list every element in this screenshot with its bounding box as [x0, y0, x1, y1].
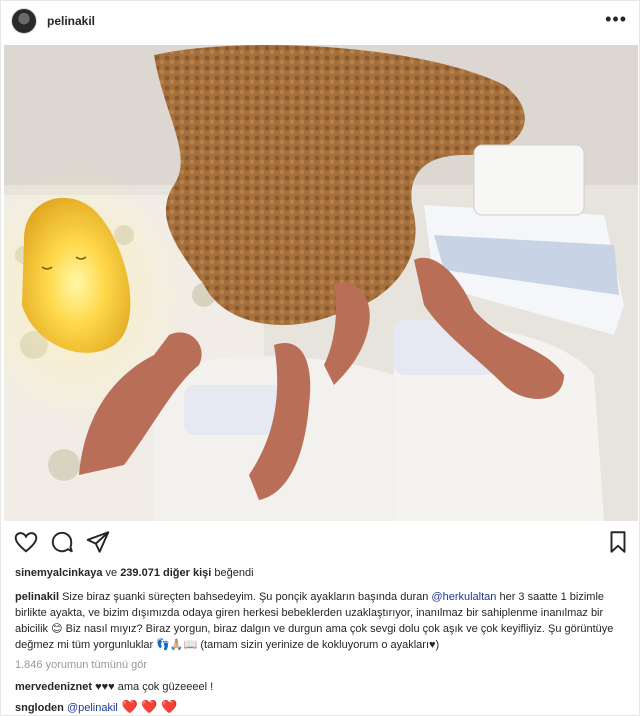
caption-text-4: (tamam sizin yerinize de kokluyorum o ay…	[197, 639, 440, 651]
likes-suffix: beğendi	[211, 567, 254, 579]
comment-bubble-icon[interactable]	[49, 529, 75, 555]
photo-illustration	[4, 45, 638, 521]
liker-username[interactable]: sinemyalcinkaya	[15, 567, 102, 579]
caption-emojis: 👣🙏🏼📖	[156, 639, 198, 651]
instagram-post-frame: pelinakil ••• sinemyalcinkaya ve 239.071…	[0, 0, 640, 716]
comment-username[interactable]: sngloden	[15, 702, 64, 714]
heart-outline-icon[interactable]	[13, 529, 39, 555]
comment-mention[interactable]: @pelinakil	[64, 702, 118, 714]
post-photo[interactable]	[4, 45, 638, 521]
bookmark-icon[interactable]	[605, 529, 631, 555]
comment-text: ♥♥♥ ama çok güzeeeel !	[92, 681, 214, 693]
post-caption: pelinakil Size biraz şuanki süreçten bah…	[15, 589, 629, 653]
paper-plane-icon[interactable]	[85, 529, 111, 555]
post-author-username[interactable]: pelinakil	[47, 14, 95, 28]
ellipsis-icon[interactable]: •••	[605, 9, 627, 29]
post-action-bar	[1, 529, 640, 559]
comment-item: mervedeniznet ♥♥♥ ama çok güzeeeel !	[15, 681, 213, 693]
comment-item: sngloden @pelinakil ❤️ ❤️ ❤️	[15, 699, 177, 715]
caption-author[interactable]: pelinakil	[15, 591, 59, 603]
smile-emoji: 😊	[51, 623, 63, 635]
avatar[interactable]	[11, 8, 37, 34]
caption-text-1: Size biraz şuanki süreçten bahsedeyim. Ş…	[59, 591, 432, 603]
comment-hearts: ❤️ ❤️ ❤️	[117, 699, 178, 714]
likes-connector: ve	[102, 567, 121, 579]
likes-count[interactable]: 239.071 diğer kişi	[120, 567, 211, 579]
post-header: pelinakil •••	[1, 1, 640, 41]
likes-summary: sinemyalcinkaya ve 239.071 diğer kişi be…	[15, 567, 254, 579]
view-all-comments-link[interactable]: 1.846 yorumun tümünü gör	[15, 659, 147, 671]
caption-mention[interactable]: @herkulaltan	[431, 591, 496, 603]
comment-username[interactable]: mervedeniznet	[15, 681, 92, 693]
